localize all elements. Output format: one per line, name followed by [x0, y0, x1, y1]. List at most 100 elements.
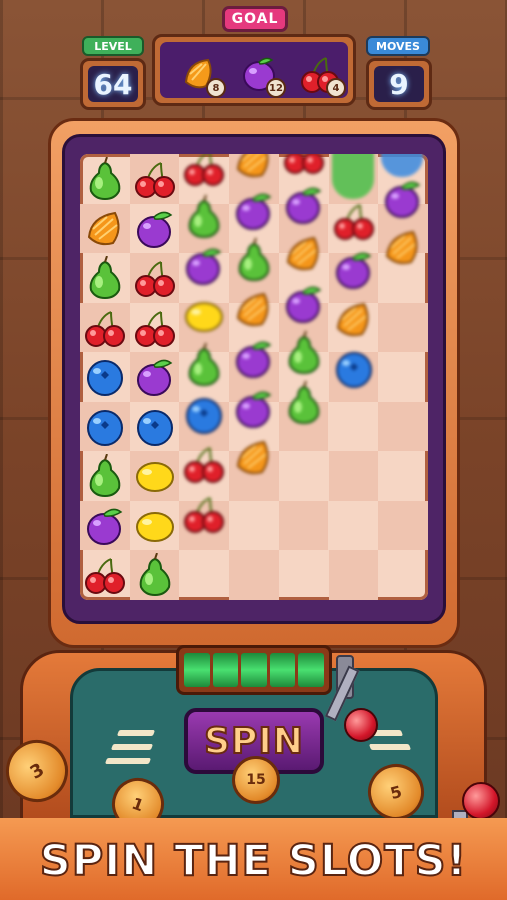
pear-tile[interactable]: [182, 342, 226, 387]
plum-tile[interactable]: [133, 355, 177, 399]
cherry-tile[interactable]: [182, 492, 226, 536]
fruit-board[interactable]: [80, 154, 428, 600]
cherry-icon: [184, 447, 225, 483]
pear-icon: [89, 453, 121, 498]
board-cell: [328, 451, 379, 501]
board-cell: [279, 451, 329, 501]
board-cell: [378, 401, 428, 451]
pear-icon: [89, 255, 121, 300]
console-stripe: [104, 758, 152, 764]
cherry-icon: [184, 496, 225, 533]
cherry-icon: [134, 162, 175, 198]
pear-icon: [288, 380, 320, 424]
plum-icon: [236, 193, 272, 230]
cherry-tile[interactable]: [83, 553, 127, 597]
orange-tile[interactable]: [332, 298, 376, 342]
level-value: 64: [88, 66, 138, 102]
blueberry-tile[interactable]: [332, 347, 376, 391]
cherry-icon: [85, 558, 125, 594]
cherry-tile[interactable]: [182, 154, 226, 189]
plum-tile[interactable]: [381, 177, 425, 221]
board-cell: [328, 550, 379, 600]
pear-icon: [89, 156, 121, 201]
plum-icon: [236, 341, 272, 378]
plum-tile[interactable]: [282, 183, 326, 227]
cherry-tile[interactable]: [332, 199, 376, 243]
blueberry-icon: [87, 360, 123, 396]
orange-tile[interactable]: [232, 436, 276, 480]
plum-tile[interactable]: [282, 282, 326, 326]
orange-tile[interactable]: [282, 232, 326, 276]
cherry-tile[interactable]: [133, 157, 177, 201]
lemon-tile[interactable]: [133, 504, 177, 548]
pear-icon: [288, 330, 320, 375]
pear-tile[interactable]: [133, 552, 177, 597]
board-cell: [179, 550, 229, 600]
cherry-icon: [283, 154, 324, 174]
lemon-tile[interactable]: [182, 294, 226, 338]
board-cell: [329, 501, 379, 551]
plum-icon: [335, 252, 371, 289]
goal-cherry: 4: [298, 52, 346, 98]
board-cell: [378, 302, 428, 352]
orange-icon: [286, 236, 319, 271]
blueberry-icon: [136, 409, 173, 446]
plum-tile[interactable]: [232, 189, 276, 233]
lemon-tile[interactable]: [133, 454, 177, 498]
lemon-icon: [135, 511, 174, 542]
cherry-tile[interactable]: [133, 306, 177, 350]
pear-tile[interactable]: [232, 237, 276, 282]
plum-tile[interactable]: [133, 207, 177, 251]
goal-orange-count: 8: [206, 78, 226, 98]
cherry-icon: [134, 310, 175, 347]
orange-tile[interactable]: [381, 226, 425, 270]
orange-icon: [87, 211, 120, 245]
orange-tile[interactable]: [232, 154, 276, 183]
pear-tile[interactable]: [282, 380, 326, 425]
orange-tile[interactable]: [83, 207, 127, 251]
plum-tile[interactable]: [182, 244, 226, 288]
blueberry-tile[interactable]: [182, 393, 226, 437]
blueberry-tile[interactable]: [83, 405, 127, 449]
orange-tile[interactable]: [232, 288, 276, 332]
moves-panel: 9: [366, 58, 432, 110]
pear-tile[interactable]: [182, 194, 226, 239]
side-lever-knob[interactable]: [462, 782, 500, 820]
goal-plum-count: 12: [266, 78, 286, 98]
board-cell: [229, 501, 279, 551]
pear-tile[interactable]: [282, 330, 326, 375]
board-cell: [279, 550, 329, 600]
level-panel: 64: [80, 58, 146, 110]
cherry-tile[interactable]: [182, 442, 226, 486]
pear-icon: [189, 342, 220, 387]
cherry-icon: [85, 310, 125, 347]
moves-label: MOVES: [366, 36, 430, 56]
blueberry-icon: [87, 409, 123, 446]
plum-icon: [136, 211, 173, 248]
blueberry-tile[interactable]: [83, 355, 127, 399]
cherry-tile[interactable]: [282, 154, 326, 177]
plum-tile[interactable]: [232, 337, 276, 381]
pear-tile[interactable]: [83, 255, 127, 300]
level-label: LEVEL: [82, 36, 144, 56]
plum-tile[interactable]: [332, 248, 376, 292]
plum-tile[interactable]: [232, 387, 276, 431]
console-stripe: [110, 744, 154, 750]
pear-tile[interactable]: [83, 156, 127, 201]
cherry-tile[interactable]: [83, 306, 127, 350]
plum-tile[interactable]: [83, 504, 127, 548]
board-cell: [329, 402, 379, 452]
plum-icon: [385, 181, 421, 218]
goal-orange: 8: [178, 52, 226, 98]
plum-icon: [236, 391, 272, 428]
lever-knob[interactable]: [344, 708, 378, 742]
pear-tile[interactable]: [83, 453, 127, 498]
moves-value: 9: [374, 66, 424, 102]
board-cell: [278, 500, 329, 550]
blueberry-tile[interactable]: [133, 405, 177, 449]
cherry-tile[interactable]: [133, 256, 177, 300]
goal-label: GOAL: [222, 6, 288, 32]
cherry-icon: [184, 154, 225, 186]
orange-icon: [336, 302, 368, 336]
pear-icon: [238, 237, 270, 282]
